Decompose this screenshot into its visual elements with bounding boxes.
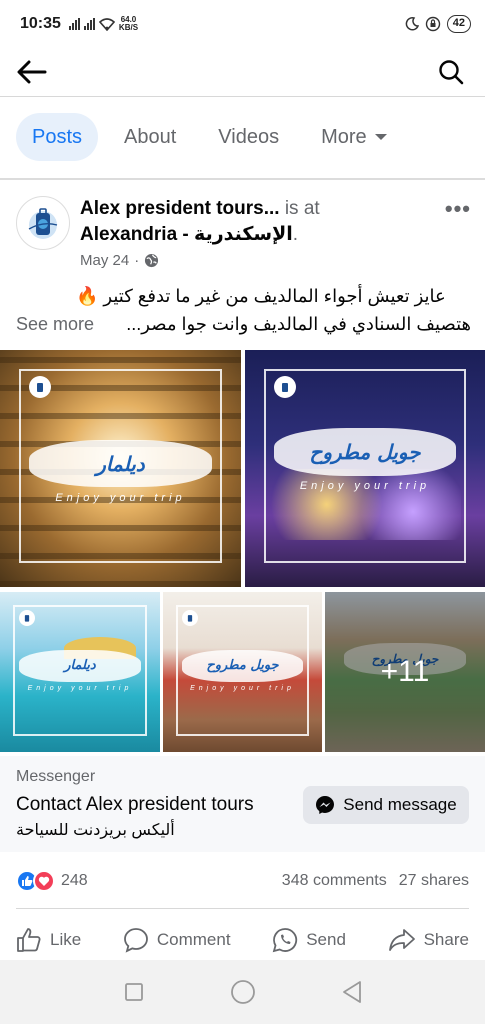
- status-right-icons: 42: [405, 15, 471, 33]
- globe-icon: [145, 253, 159, 268]
- share-button[interactable]: Share: [388, 920, 469, 960]
- photo-logo-icon: [273, 376, 296, 399]
- love-reaction-icon: [33, 870, 55, 892]
- is-at-text: is at: [284, 198, 320, 219]
- section-separator: [0, 178, 485, 180]
- signal-icon: [68, 18, 80, 30]
- search-icon: [439, 60, 464, 85]
- net-speed-unit: KB/S: [118, 23, 139, 32]
- whatsapp-icon: [272, 928, 298, 953]
- reactions-summary[interactable]: 248: [16, 870, 88, 892]
- post-options-button[interactable]: •••: [445, 196, 471, 222]
- nav-divider: [0, 96, 485, 97]
- shares-count[interactable]: 27 shares: [399, 872, 469, 890]
- messenger-icon: [316, 796, 335, 814]
- post-text: عايز تعيش أجواء المالديف من غير ما تدفع …: [16, 282, 471, 338]
- photo-tagline-3: Enjoy your trip: [27, 684, 133, 692]
- comments-count[interactable]: 348 comments: [282, 872, 387, 890]
- location-link[interactable]: Alexandria - الإسكندرية: [80, 224, 293, 245]
- share-icon: [388, 929, 415, 951]
- post-text-line1: عايز تعيش أجواء المالديف من غير ما تدفع …: [76, 286, 446, 306]
- more-photos-count: +11: [380, 655, 430, 688]
- post-photo-2[interactable]: جويل مطروح Enjoy your trip: [245, 350, 485, 587]
- luggage-logo-icon: [28, 208, 58, 239]
- like-label: Like: [50, 930, 82, 949]
- wifi-icon: [98, 17, 115, 31]
- battery-indicator: 42: [446, 15, 471, 33]
- tab-more[interactable]: More: [305, 113, 403, 161]
- comment-button[interactable]: Comment: [123, 920, 231, 960]
- tab-more-label: More: [321, 125, 367, 148]
- post-text-line2: هتصيف السنادي في المالديف وانت جوا مصر..…: [126, 314, 471, 334]
- messenger-contact[interactable]: Contact Alex president tours: [16, 794, 254, 816]
- post-date[interactable]: May 24: [80, 252, 129, 269]
- send-message-label: Send message: [343, 795, 457, 814]
- lock-rotation-icon: [425, 16, 440, 32]
- more-photos-overlay[interactable]: +11: [325, 592, 485, 752]
- messenger-arabic-name: أليكس بريزدنت للسياحة: [16, 822, 175, 839]
- send-button[interactable]: Send: [272, 920, 346, 960]
- comment-label: Comment: [156, 930, 231, 949]
- photo-caption-4: جويل مطروح: [182, 649, 303, 682]
- net-speed: 64.0 KB/S: [119, 16, 138, 32]
- post-photo-5[interactable]: جويل مطروح +11: [325, 592, 485, 752]
- photo-logo-icon: [28, 376, 51, 399]
- see-more-link[interactable]: See more: [16, 310, 94, 338]
- photo-logo-icon: [19, 609, 36, 626]
- recent-apps-icon[interactable]: [123, 981, 145, 1003]
- status-bar: 10:35 64.0 KB/S 42: [0, 0, 485, 48]
- photo-caption-1: ديلمار: [28, 440, 213, 488]
- reaction-count: 248: [61, 872, 88, 889]
- meta-separator: ·: [134, 252, 140, 269]
- page-avatar[interactable]: [16, 196, 70, 250]
- post-photo-4[interactable]: جويل مطروح Enjoy your trip: [163, 592, 322, 752]
- post-meta: May 24 ·: [80, 252, 159, 269]
- location-suffix: .: [292, 224, 299, 245]
- photo-caption-3: ديلمار: [19, 649, 141, 682]
- tab-posts[interactable]: Posts: [16, 113, 99, 161]
- profile-tabs: Posts About Videos More: [16, 112, 413, 162]
- photo-tagline-1: Enjoy your trip: [55, 492, 186, 505]
- send-message-button[interactable]: Send message: [303, 786, 469, 824]
- post-title: Alex president tours... is at Alexandria…: [80, 196, 410, 248]
- engagement-counts: 348 comments 27 shares: [282, 872, 469, 890]
- status-left-icons: 64.0 KB/S: [68, 16, 138, 32]
- tab-about[interactable]: About: [108, 113, 192, 161]
- search-button[interactable]: [433, 54, 469, 90]
- post-actions: Like Comment Send Share: [0, 920, 485, 960]
- like-button[interactable]: Like: [16, 920, 81, 960]
- post-text-line2-row: See more هتصيف السنادي في المالديف وانت …: [16, 310, 471, 338]
- messenger-label: Messenger: [16, 768, 96, 785]
- home-icon[interactable]: [230, 979, 256, 1005]
- arrow-left-icon: [17, 60, 47, 84]
- actions-divider: [16, 908, 469, 909]
- system-nav-bar: [0, 960, 485, 1024]
- top-nav: [0, 48, 485, 96]
- photo-tagline-4: Enjoy your trip: [190, 684, 295, 692]
- tab-videos[interactable]: Videos: [202, 113, 295, 161]
- share-label: Share: [423, 930, 469, 949]
- photo-tagline-2: Enjoy your trip: [299, 480, 431, 493]
- comment-icon: [123, 928, 148, 953]
- signal-icon-2: [83, 18, 95, 30]
- status-time: 10:35: [20, 15, 61, 32]
- post-photo-1[interactable]: ديلمار Enjoy your trip: [0, 350, 241, 587]
- moon-icon: [405, 17, 419, 31]
- photo-caption-2: جويل مطروح: [273, 428, 457, 476]
- back-button[interactable]: [14, 54, 50, 90]
- photo-logo-icon: [182, 609, 199, 626]
- page-name[interactable]: Alex president tours...: [80, 198, 280, 219]
- thumbs-up-icon: [17, 928, 41, 952]
- post-photo-3[interactable]: ديلمار Enjoy your trip: [0, 592, 160, 752]
- send-label: Send: [306, 930, 346, 949]
- caret-down-icon: [374, 134, 387, 140]
- back-nav-icon[interactable]: [341, 980, 363, 1004]
